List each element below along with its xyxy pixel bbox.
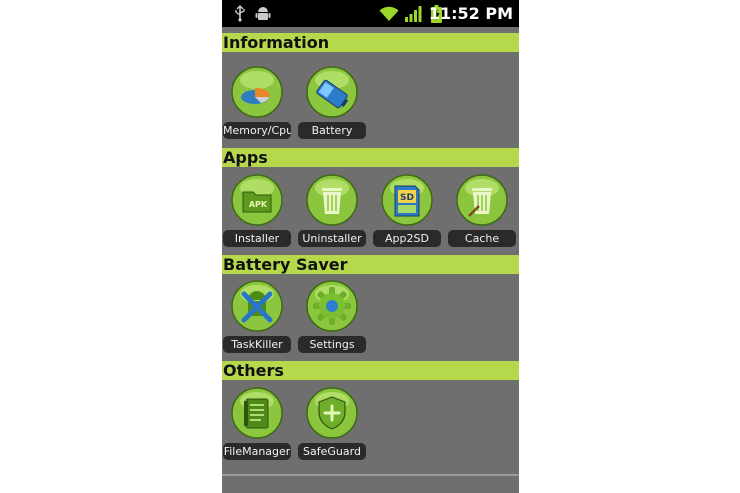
app-safeguard[interactable]: SafeGuard bbox=[297, 387, 367, 463]
apk-installer-icon: APK bbox=[231, 174, 283, 226]
app-battery[interactable]: Battery bbox=[297, 66, 367, 142]
signal-icon bbox=[404, 4, 422, 23]
trash-broom-icon bbox=[456, 174, 508, 226]
section-others: FileManager SafeGuard bbox=[222, 380, 519, 475]
shield-icon bbox=[306, 387, 358, 439]
app-label: Memory/Cpu bbox=[223, 122, 291, 139]
app-uninstaller[interactable]: Uninstaller bbox=[297, 174, 367, 250]
app-label: Installer bbox=[223, 230, 291, 247]
app-label: SafeGuard bbox=[298, 443, 366, 460]
app-label: Settings bbox=[298, 336, 366, 353]
gear-icon bbox=[306, 280, 358, 332]
app-label: App2SD bbox=[373, 230, 441, 247]
app-filemanager[interactable]: FileManager bbox=[222, 387, 292, 463]
section-header-others: Others bbox=[222, 361, 519, 380]
app-cache[interactable]: Cache bbox=[447, 174, 517, 250]
app-label: TaskKiller bbox=[223, 336, 291, 353]
memory-cpu-icon bbox=[231, 66, 283, 118]
app-installer[interactable]: APK Installer bbox=[222, 174, 292, 250]
divider bbox=[222, 474, 519, 476]
status-bar: 11:52 PM bbox=[222, 0, 519, 27]
task-killer-icon bbox=[231, 280, 283, 332]
app-taskkiller[interactable]: TaskKiller bbox=[222, 280, 292, 356]
clock: 11:52 PM bbox=[428, 4, 513, 23]
section-battery-saver: TaskKiller Settings bbox=[222, 274, 519, 359]
app-label: Cache bbox=[448, 230, 516, 247]
sd-card-icon: SD bbox=[381, 174, 433, 226]
app-label: Battery bbox=[298, 122, 366, 139]
svg-text:SD: SD bbox=[400, 193, 414, 203]
app-label: FileManager bbox=[223, 443, 291, 460]
section-header-battery-saver: Battery Saver bbox=[222, 255, 519, 274]
file-manager-icon bbox=[231, 387, 283, 439]
app-settings[interactable]: Settings bbox=[297, 280, 367, 356]
wifi-icon bbox=[378, 4, 400, 23]
trash-icon bbox=[306, 174, 358, 226]
section-information: Memory/Cpu Battery bbox=[222, 62, 519, 146]
battery-icon bbox=[306, 66, 358, 118]
android-debug-icon bbox=[254, 4, 272, 23]
app-app2sd[interactable]: SD App2SD bbox=[372, 174, 442, 250]
app-memory-cpu[interactable]: Memory/Cpu bbox=[222, 66, 292, 142]
section-header-information: Information bbox=[222, 33, 519, 52]
usb-icon bbox=[232, 4, 248, 23]
phone-screen: 11:52 PM Information Memory/Cpu Battery … bbox=[222, 0, 519, 493]
section-header-apps: Apps bbox=[222, 148, 519, 167]
svg-text:APK: APK bbox=[249, 200, 268, 209]
section-apps: APK Installer Uninstaller SD App2SD Cach… bbox=[222, 167, 519, 253]
app-label: Uninstaller bbox=[298, 230, 366, 247]
